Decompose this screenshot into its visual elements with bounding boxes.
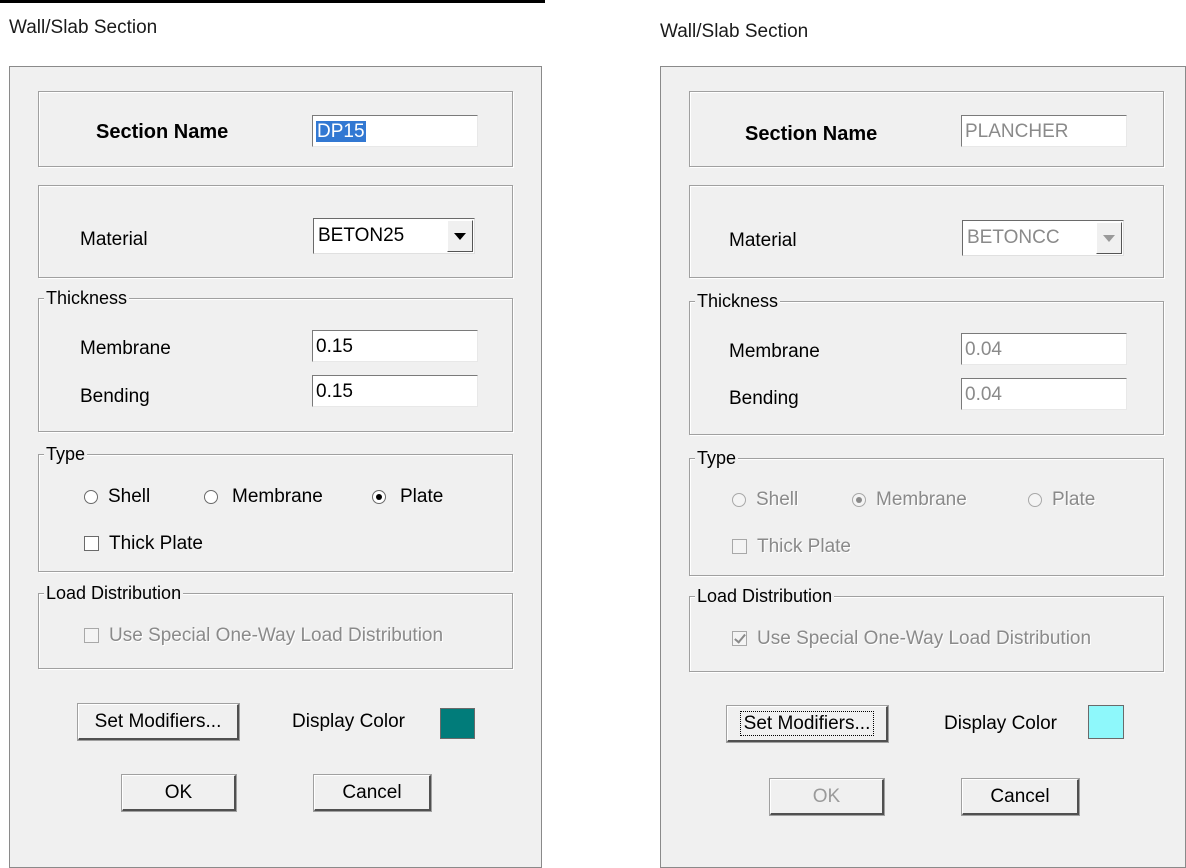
shell-label: Shell (756, 489, 799, 510)
bending-label: Bending (729, 388, 799, 409)
type-group (689, 458, 1164, 576)
thickness-group (689, 301, 1164, 435)
material-value: BETONCC (967, 227, 1060, 248)
section-name-input[interactable]: DP15 (312, 115, 478, 147)
membrane-radio[interactable] (852, 493, 866, 507)
cancel-button[interactable]: Cancel (962, 779, 1079, 815)
thick-plate-checkbox[interactable] (732, 539, 747, 554)
membrane-thickness-input[interactable]: 0.04 (961, 333, 1127, 365)
display-color-label: Display Color (292, 711, 405, 732)
type-legend: Type (695, 448, 739, 468)
display-color-label: Display Color (944, 713, 1057, 734)
ok-button[interactable]: OK (770, 779, 884, 815)
plate-radio[interactable] (372, 490, 386, 504)
load-distribution-legend: Load Distribution (44, 583, 184, 603)
section-name-label: Section Name (96, 121, 229, 143)
dialog-title-left: Wall/Slab Section (9, 17, 158, 38)
set-modifiers-label: Set Modifiers... (739, 711, 875, 736)
chevron-down-icon (1103, 234, 1115, 242)
plate-radio[interactable] (1028, 493, 1042, 507)
thickness-legend: Thickness (695, 291, 781, 311)
thick-plate-label: Thick Plate (757, 536, 851, 557)
membrane-radio[interactable] (204, 490, 218, 504)
load-distribution-legend: Load Distribution (695, 586, 835, 606)
ok-button[interactable]: OK (122, 775, 236, 811)
one-way-load-label: Use Special One-Way Load Distribution (109, 625, 444, 646)
material-dropdown-button[interactable] (1096, 222, 1122, 254)
cancel-button[interactable]: Cancel (314, 775, 431, 811)
type-legend: Type (44, 444, 88, 464)
membrane-type-label: Membrane (876, 489, 967, 510)
wall-slab-section-dialog-right: Section Name PLANCHER Material BETONCC T… (660, 66, 1186, 868)
material-label: Material (729, 230, 797, 251)
membrane-type-label: Membrane (232, 486, 323, 507)
set-modifiers-button[interactable]: Set Modifiers... (727, 706, 888, 742)
top-edge-line (0, 0, 545, 3)
dialog-title-right: Wall/Slab Section (660, 21, 809, 42)
chevron-down-icon (454, 232, 466, 240)
cancel-label: Cancel (990, 786, 1050, 807)
display-color-swatch[interactable] (1088, 705, 1124, 739)
one-way-load-label: Use Special One-Way Load Distribution (757, 628, 1092, 649)
membrane-label: Membrane (729, 341, 820, 362)
set-modifiers-button[interactable]: Set Modifiers... (78, 704, 239, 740)
material-dropdown-button[interactable] (447, 220, 473, 252)
bending-thickness-input[interactable]: 0.04 (961, 378, 1127, 410)
thickness-group (38, 298, 513, 432)
one-way-load-checkbox[interactable] (84, 628, 99, 643)
one-way-load-checkbox[interactable] (732, 631, 747, 646)
cancel-label: Cancel (342, 782, 402, 803)
set-modifiers-label: Set Modifiers... (94, 711, 222, 732)
thick-plate-checkbox[interactable] (84, 536, 99, 551)
ok-label: OK (164, 782, 193, 803)
shell-label: Shell (108, 486, 151, 507)
bending-label: Bending (80, 386, 150, 407)
thick-plate-label: Thick Plate (109, 533, 203, 554)
wall-slab-section-dialog-left: Section Name DP15 Material BETON25 Thick… (9, 66, 542, 868)
section-name-input[interactable]: PLANCHER (961, 115, 1127, 147)
material-value: BETON25 (318, 225, 405, 246)
thickness-legend: Thickness (44, 288, 130, 308)
section-name-value: DP15 (316, 121, 366, 142)
bending-thickness-input[interactable]: 0.15 (312, 375, 478, 407)
membrane-label: Membrane (80, 338, 171, 359)
ok-label: OK (812, 786, 841, 807)
display-color-swatch[interactable] (440, 708, 475, 739)
material-select[interactable]: BETON25 (313, 218, 475, 254)
section-name-label: Section Name (745, 123, 878, 145)
material-select[interactable]: BETONCC (962, 220, 1124, 256)
plate-label: Plate (1052, 489, 1096, 510)
shell-radio[interactable] (84, 490, 98, 504)
membrane-thickness-input[interactable]: 0.15 (312, 330, 478, 362)
plate-label: Plate (400, 486, 444, 507)
shell-radio[interactable] (732, 493, 746, 507)
material-label: Material (80, 229, 148, 250)
